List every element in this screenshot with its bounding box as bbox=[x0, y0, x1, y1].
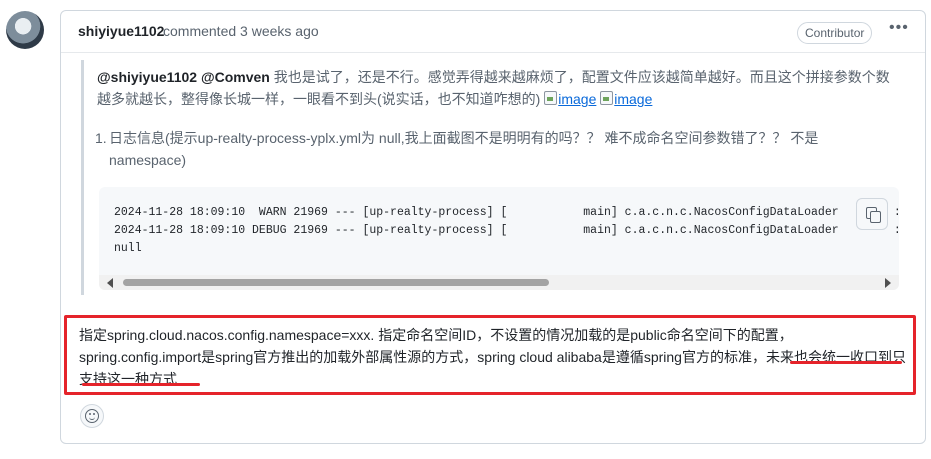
code-line: 2024-11-28 18:09:10 WARN 21969 --- [up-r… bbox=[114, 206, 899, 219]
add-reaction-button[interactable] bbox=[80, 404, 104, 428]
list-number: 1. bbox=[95, 130, 107, 146]
annotation-underline-1 bbox=[790, 361, 902, 364]
reply-text-main: 指定spring.cloud.nacos.config.namespace=xx… bbox=[79, 327, 793, 365]
scrollbar-thumb[interactable] bbox=[123, 279, 549, 286]
code-content[interactable]: 2024-11-28 18:09:10 WARN 21969 --- [up-r… bbox=[114, 204, 899, 258]
list-item: 1. 日志信息(提示up-realty-process-yplx.yml为 nu… bbox=[95, 127, 879, 171]
comment-timestamp[interactable]: commented 3 weeks ago bbox=[163, 23, 319, 39]
code-block[interactable]: 2024-11-28 18:09:10 WARN 21969 --- [up-r… bbox=[99, 187, 899, 290]
annotation-underline-2 bbox=[82, 383, 200, 386]
scroll-left-arrow-icon[interactable] bbox=[107, 278, 113, 288]
contributor-badge: Contributor bbox=[797, 22, 873, 44]
smiley-icon bbox=[85, 409, 99, 423]
comment-author[interactable]: shiyiyue1102 bbox=[78, 23, 164, 39]
mention-comven[interactable]: @Comven bbox=[201, 69, 270, 85]
reply-paragraph: 指定spring.cloud.nacos.config.namespace=xx… bbox=[79, 324, 909, 390]
code-line: null bbox=[114, 242, 142, 255]
image-link-2[interactable]: image bbox=[614, 91, 652, 107]
list-item-text: 日志信息(提示up-realty-process-yplx.yml为 null,… bbox=[109, 130, 819, 168]
mention-shiyiyue1102[interactable]: @shiyiyue1102 bbox=[97, 69, 197, 85]
broken-image-icon bbox=[600, 91, 614, 105]
horizontal-scrollbar[interactable] bbox=[99, 275, 899, 290]
quote-block: @shiyiyue1102 @Comven 我也是试了，还是不行。感觉弄得越来越… bbox=[81, 60, 901, 295]
broken-image-icon bbox=[544, 91, 558, 105]
copy-icon[interactable] bbox=[856, 198, 888, 230]
author-avatar[interactable] bbox=[6, 11, 44, 49]
quote-paragraph: @shiyiyue1102 @Comven 我也是试了，还是不行。感觉弄得越来越… bbox=[97, 66, 897, 110]
kebab-horizontal-icon[interactable]: ••• bbox=[889, 19, 909, 37]
image-link-1[interactable]: image bbox=[558, 91, 596, 107]
comment-header: shiyiyue1102 commented 3 weeks ago Contr… bbox=[61, 11, 925, 53]
scroll-right-arrow-icon[interactable] bbox=[885, 278, 891, 288]
code-line: 2024-11-28 18:09:10 DEBUG 21969 --- [up-… bbox=[114, 224, 899, 237]
